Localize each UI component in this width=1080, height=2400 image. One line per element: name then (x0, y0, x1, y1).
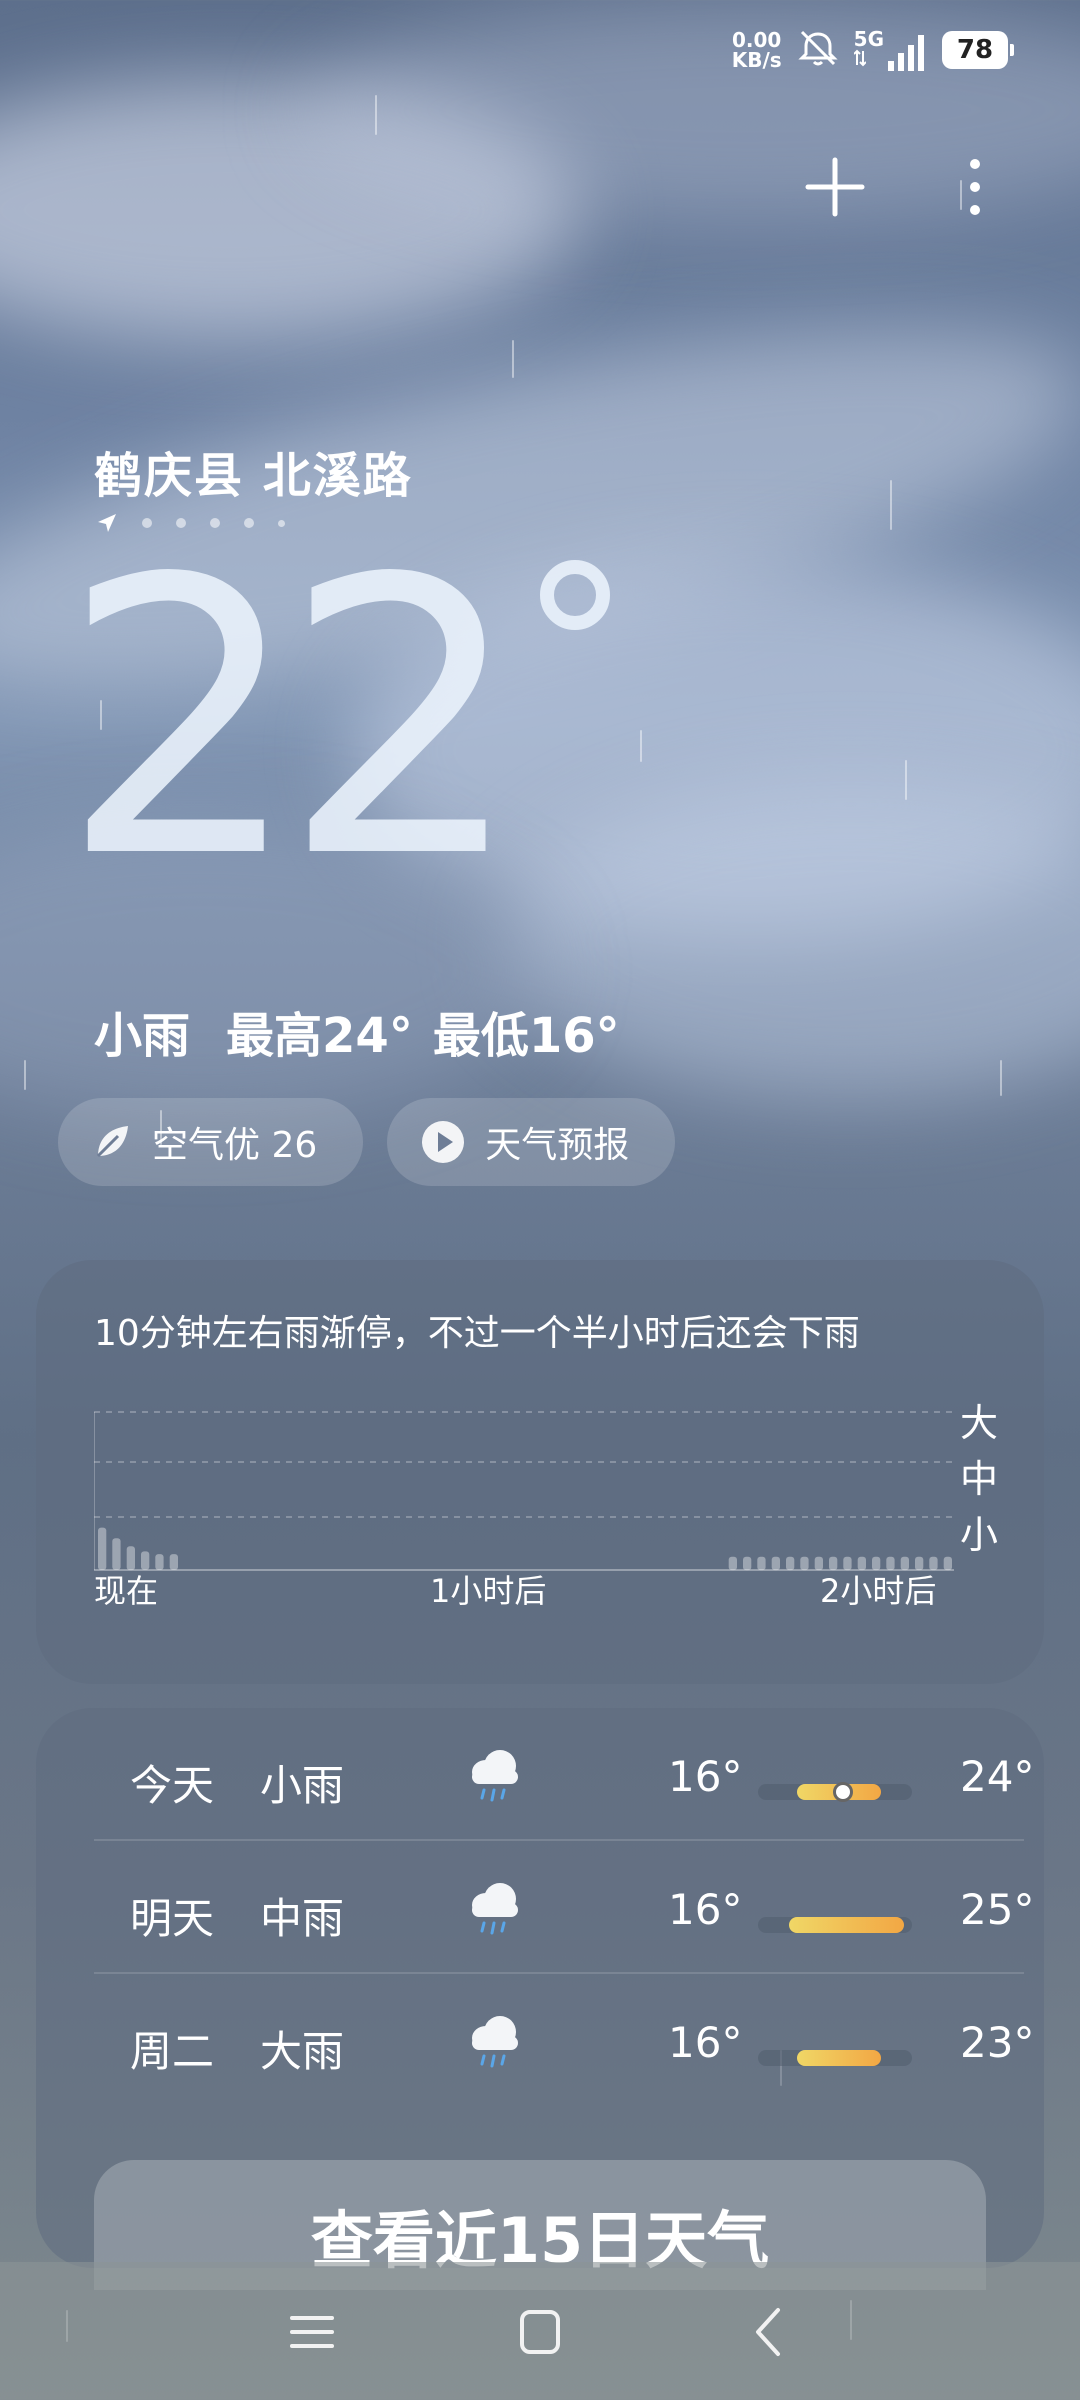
forecast-row[interactable]: 周二 大雨 16° 23° (94, 1974, 1034, 2107)
forecast-row[interactable]: 明天 中雨 16° 25° (94, 1841, 1034, 1974)
forecast-low: 16° (668, 1752, 743, 1801)
location-title[interactable]: 鹤庆县 北溪路 (94, 436, 413, 506)
x-label-1h: 1小时后 (430, 1572, 547, 1610)
add-city-button[interactable] (805, 150, 865, 224)
precipitation-bar (800, 1556, 809, 1571)
precipitation-bar (757, 1556, 766, 1571)
battery-icon: 78 (942, 31, 1014, 69)
low-temperature: 最低16° (432, 1008, 620, 1064)
level-light: 小 (959, 1513, 998, 1557)
heavy-rain-icon (464, 2008, 524, 2084)
system-navigation-bar (0, 2262, 1080, 2400)
back-button[interactable] (740, 2304, 800, 2360)
level-heavy: 大 (959, 1401, 998, 1445)
forecast-low: 16° (668, 1885, 743, 1934)
degree-symbol (540, 560, 610, 630)
precipitation-bar (743, 1556, 752, 1571)
forecast-low: 16° (668, 2018, 743, 2067)
more-vertical-icon (970, 159, 980, 215)
mute-vibrate-icon (796, 28, 840, 72)
battery-level: 78 (956, 35, 994, 65)
air-quality-label: 空气优 26 (152, 1125, 318, 1166)
play-icon (422, 1121, 465, 1163)
forecast-condition: 中雨 (260, 1894, 345, 1943)
forecast-day-name: 今天 (130, 1761, 215, 1810)
x-label-now: 现在 (94, 1572, 159, 1610)
signal-icon (888, 35, 924, 71)
network-speed-value: 0.00 (732, 28, 782, 52)
light-rain-icon (464, 1742, 524, 1818)
precipitation-card[interactable]: 10分钟左右雨渐停，不过一个半小时后还会下雨 大 中 小 现在 1小时后 2小时… (36, 1260, 1044, 1684)
precipitation-bar (771, 1556, 780, 1571)
level-moderate: 中 (959, 1457, 998, 1501)
home-button[interactable] (510, 2304, 570, 2360)
current-temp-marker (832, 1782, 853, 1802)
recent-apps-button[interactable] (282, 2304, 342, 2360)
network-type: 5G (853, 27, 884, 51)
precipitation-bar (98, 1527, 107, 1570)
temperature-range-bar (758, 2050, 912, 2066)
precipitation-levels: 大 中 小 (960, 1400, 998, 1558)
high-temperature: 最高24° (226, 1008, 413, 1064)
more-options-button[interactable] (955, 150, 995, 224)
weather-forecast-video-pill[interactable]: 天气预报 (387, 1098, 676, 1186)
data-arrows-icon (852, 49, 867, 67)
precipitation-bar (728, 1556, 737, 1571)
network-speed-unit: KB/s (731, 48, 782, 72)
top-actions (0, 150, 1080, 230)
menu-icon (290, 2316, 334, 2348)
temperature-range-fill (796, 2050, 882, 2066)
x-label-2h: 2小时后 (820, 1572, 937, 1610)
plus-icon (805, 157, 865, 217)
forecast-high: 23° (960, 2018, 1035, 2067)
current-temperature: 22 (60, 498, 524, 941)
temperature-range-fill (788, 1917, 905, 1933)
precipitation-message: 10分钟左右雨渐停，不过一个半小时后还会下雨 (94, 1313, 860, 1354)
forecast-row[interactable]: 今天 小雨 16° 24° (94, 1708, 1034, 1841)
forecast-high: 24° (960, 1752, 1035, 1801)
precipitation-bar (786, 1556, 795, 1571)
status-bar: 0.00 KB/s 5G 78 (732, 27, 1014, 72)
forecast-condition: 小雨 (260, 1761, 345, 1810)
forecast-condition: 大雨 (260, 2027, 345, 2076)
info-pills: 空气优 26 天气预报 (58, 1098, 676, 1186)
signal-indicator: 5G (852, 27, 928, 71)
weather-forecast-label: 天气预报 (485, 1125, 630, 1166)
home-square-icon (520, 2310, 560, 2354)
forecast-high: 25° (960, 1885, 1035, 1934)
temperature-range-bar (758, 1782, 912, 1802)
precipitation-bar (943, 1556, 952, 1571)
network-speed: 0.00 KB/s (732, 30, 782, 70)
current-condition: 小雨 (94, 1008, 191, 1064)
temperature-range-bar (758, 1917, 912, 1933)
back-chevron-icon (756, 2308, 780, 2356)
forecast-day-name: 明天 (130, 1894, 215, 1943)
air-quality-pill[interactable]: 空气优 26 (58, 1098, 364, 1186)
leaf-icon (96, 1126, 128, 1158)
moderate-rain-icon (464, 1875, 524, 1951)
precipitation-bar (169, 1554, 178, 1570)
weather-summary: 小雨 最高24° 最低16° (94, 996, 620, 1066)
forecast-day-name: 周二 (130, 2027, 215, 2076)
